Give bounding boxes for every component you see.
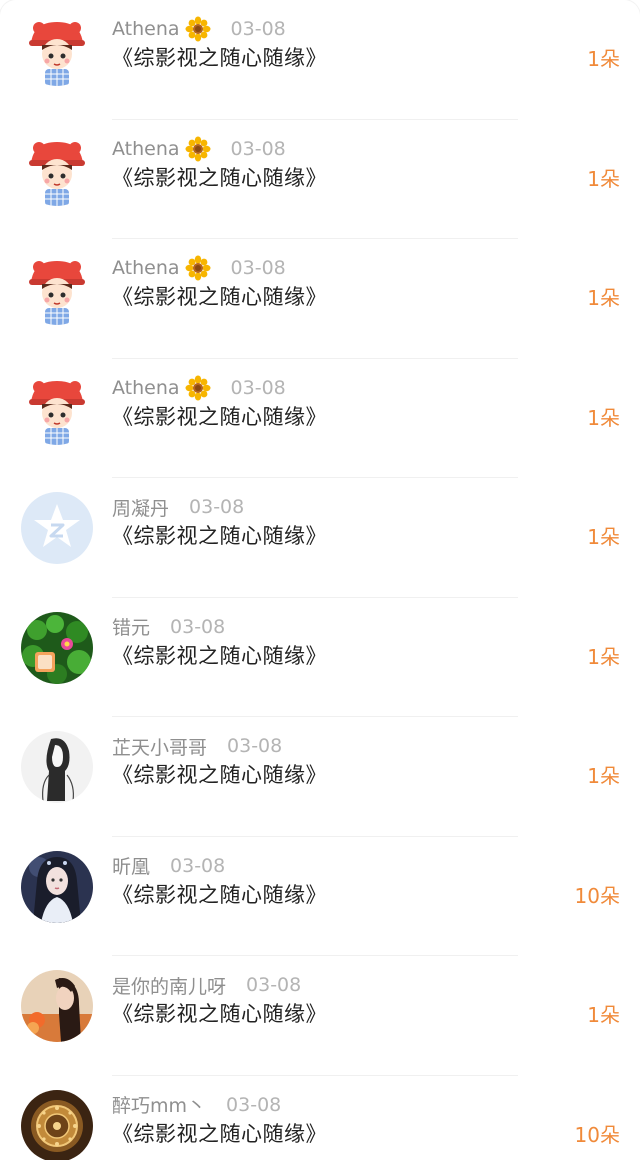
gift-record-row[interactable]: 昕凰 03-08 《综影视之随心随缘》 10朵 (0, 837, 640, 956)
user-meta-line: 周凝丹 03-08 (112, 492, 244, 522)
sunflower-icon (185, 16, 211, 42)
gift-date: 03-08 (227, 735, 283, 757)
user-name[interactable]: Athena (112, 257, 180, 279)
gift-record-row[interactable]: 错元 03-08 《综影视之随心随缘》 1朵 (0, 598, 640, 717)
gift-count: 1朵 (587, 764, 620, 788)
golden-pattern-avatar[interactable] (21, 1089, 93, 1160)
gift-record-list-panel: Athena 03-08 《综影视之随心随缘》 1朵 Athena 03-08 … (0, 0, 640, 1160)
book-title[interactable]: 《综影视之随心随缘》 (112, 42, 327, 72)
clover-flower-avatar[interactable] (21, 611, 93, 684)
gift-count: 1朵 (587, 1003, 620, 1027)
gift-record-row[interactable]: Athena 03-08 《综影视之随心随缘》 1朵 (0, 120, 640, 239)
default-star-avatar[interactable] (21, 492, 93, 564)
gift-record-row[interactable]: Athena 03-08 《综影视之随心随缘》 1朵 (0, 359, 640, 478)
gift-date: 03-08 (230, 376, 286, 399)
gift-record-row[interactable]: 芷天小哥哥 03-08 《综影视之随心随缘》 1朵 (0, 717, 640, 837)
gift-count: 1朵 (587, 525, 620, 549)
gift-count: 1朵 (587, 405, 620, 430)
gift-count: 1朵 (587, 47, 620, 71)
book-title[interactable]: 《综影视之随心随缘》 (112, 640, 327, 670)
gift-date: 03-08 (170, 615, 226, 638)
user-name[interactable]: Athena (112, 377, 180, 399)
user-meta-line: 昕凰 03-08 (112, 851, 225, 881)
gift-count: 1朵 (587, 166, 620, 191)
sunflower-icon (185, 375, 211, 401)
book-title[interactable]: 《综影视之随心随缘》 (112, 520, 327, 550)
user-meta-line: 芷天小哥哥 03-08 (112, 731, 282, 761)
user-meta-line: 醉巧mm丶 03-08 (112, 1090, 281, 1120)
cartoon-girl-avatar[interactable] (21, 253, 93, 325)
user-name[interactable]: Athena (112, 18, 180, 40)
gift-record-row[interactable]: Athena 03-08 《综影视之随心随缘》 1朵 (0, 239, 640, 359)
gift-count: 1朵 (587, 286, 620, 310)
user-name[interactable]: 芷天小哥哥 (112, 733, 207, 760)
gift-date: 03-08 (230, 257, 286, 279)
gift-count: 1朵 (587, 644, 620, 669)
user-name[interactable]: 醉巧mm丶 (112, 1091, 206, 1118)
gift-date: 03-08 (230, 137, 286, 160)
user-meta-line: 错元 03-08 (112, 612, 225, 642)
gift-date: 03-08 (230, 18, 286, 40)
sketch-figure-avatar[interactable] (21, 731, 93, 803)
gift-record-row[interactable]: 是你的南儿呀 03-08 《综影视之随心随缘》 1朵 (0, 956, 640, 1076)
user-meta-line: Athena 03-08 (112, 373, 286, 403)
costume-woman-avatar[interactable] (21, 850, 93, 923)
gift-date: 03-08 (226, 1093, 282, 1116)
user-meta-line: Athena 03-08 (112, 14, 286, 44)
gift-date: 03-08 (189, 496, 245, 518)
gift-record-row[interactable]: Athena 03-08 《综影视之随心随缘》 1朵 (0, 0, 640, 120)
book-title[interactable]: 《综影视之随心随缘》 (112, 759, 327, 789)
user-name[interactable]: Athena (112, 138, 180, 160)
book-title[interactable]: 《综影视之随心随缘》 (112, 998, 327, 1028)
gift-count: 10朵 (574, 883, 620, 908)
gift-record-row[interactable]: 周凝丹 03-08 《综影视之随心随缘》 1朵 (0, 478, 640, 598)
gift-date: 03-08 (246, 974, 302, 996)
gift-record-list: Athena 03-08 《综影视之随心随缘》 1朵 Athena 03-08 … (0, 0, 640, 1160)
user-name[interactable]: 昕凰 (112, 852, 150, 879)
book-title[interactable]: 《综影视之随心随缘》 (112, 162, 327, 192)
book-title[interactable]: 《综影视之随心随缘》 (112, 401, 327, 431)
cartoon-girl-avatar[interactable] (21, 372, 93, 445)
gift-date: 03-08 (170, 854, 226, 877)
book-title[interactable]: 《综影视之随心随缘》 (112, 879, 327, 909)
user-meta-line: 是你的南儿呀 03-08 (112, 970, 301, 1000)
user-name[interactable]: 错元 (112, 613, 150, 640)
user-meta-line: Athena 03-08 (112, 134, 286, 164)
sunflower-icon (185, 136, 211, 162)
sunflower-icon (185, 255, 211, 281)
user-meta-line: Athena 03-08 (112, 253, 286, 283)
user-name[interactable]: 周凝丹 (112, 494, 169, 521)
gift-record-row[interactable]: 醉巧mm丶 03-08 《综影视之随心随缘》 10朵 (0, 1076, 640, 1160)
book-title[interactable]: 《综影视之随心随缘》 (112, 1118, 327, 1148)
book-title[interactable]: 《综影视之随心随缘》 (112, 281, 327, 311)
cartoon-girl-avatar[interactable] (21, 14, 93, 86)
gift-count: 10朵 (574, 1122, 620, 1147)
cartoon-girl-avatar[interactable] (21, 133, 93, 206)
user-name[interactable]: 是你的南儿呀 (112, 972, 226, 999)
photo-girl-avatar[interactable] (21, 970, 93, 1042)
